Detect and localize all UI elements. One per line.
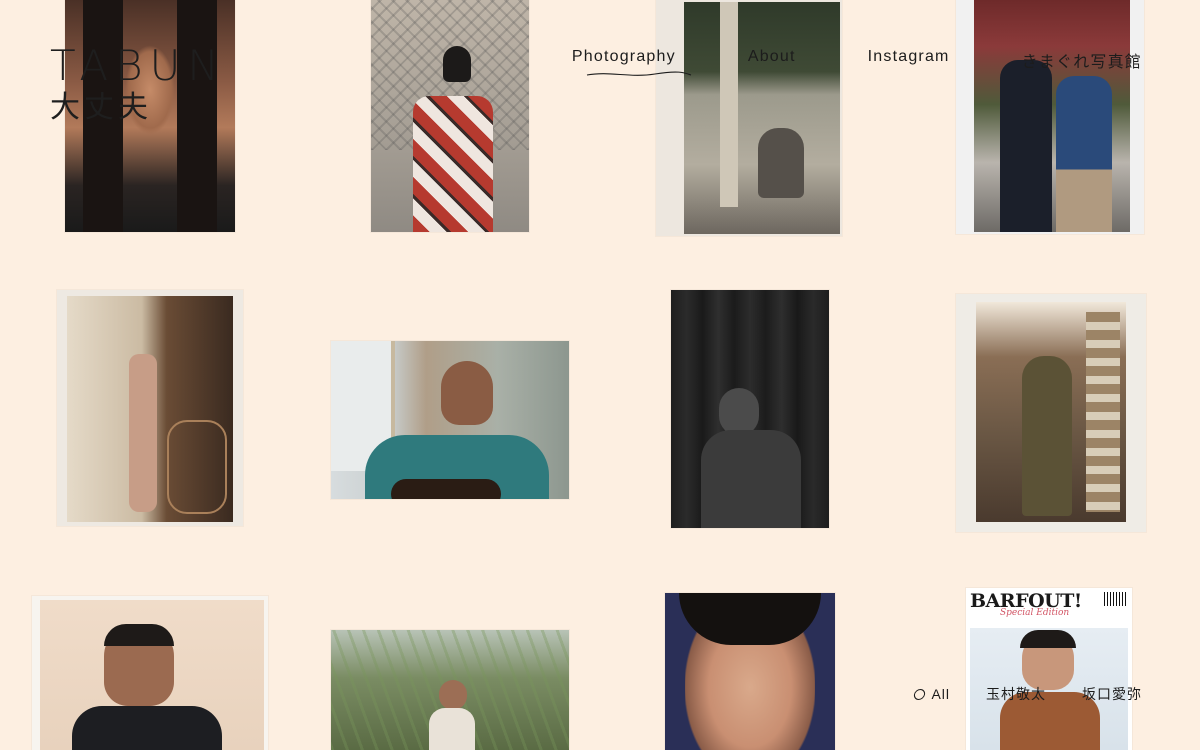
- filter-all[interactable]: All: [913, 684, 950, 704]
- active-nav-underline: [586, 71, 692, 76]
- filter-tamamura-keita[interactable]: 玉村敬太: [986, 684, 1046, 704]
- filter-tamamura-label: 玉村敬太: [986, 686, 1046, 702]
- photo-woman-interior-chair[interactable]: [57, 290, 243, 526]
- photo-woman-garden[interactable]: [331, 630, 569, 750]
- main-nav: Photography About Instagram きまぐれ写真館: [572, 48, 1142, 72]
- photo-man-smiling-closeup[interactable]: [665, 593, 835, 750]
- nav-about[interactable]: About: [748, 48, 796, 72]
- nav-kimagure-shashinkan[interactable]: きまぐれ写真館: [1022, 48, 1142, 72]
- photo-couple-flowers[interactable]: [956, 0, 1144, 234]
- photo-man-sitting-by-pole[interactable]: [656, 0, 842, 236]
- logo-wordmark: TABUN: [50, 41, 226, 90]
- magazine-edition: Special Edition: [1000, 608, 1070, 618]
- site-logo[interactable]: TABUN 大丈夫: [50, 44, 226, 126]
- selected-circle-icon: [913, 688, 927, 700]
- photo-man-glasses-portrait[interactable]: [32, 596, 268, 750]
- filter-sakaguchi-label: 坂口愛弥: [1082, 686, 1142, 702]
- logo-subtitle: 大丈夫: [50, 90, 152, 125]
- barcode-icon: [1104, 592, 1128, 606]
- photo-man-playing-guitar[interactable]: [331, 341, 569, 499]
- nav-instagram[interactable]: Instagram: [868, 48, 950, 72]
- photo-bw-man-curtain[interactable]: [671, 290, 829, 528]
- filter-all-label: All: [931, 686, 950, 702]
- photographer-filter: All 玉村敬太 坂口愛弥: [913, 684, 1142, 704]
- nav-photography[interactable]: Photography: [572, 48, 676, 72]
- photo-woman-vintage-shop[interactable]: [956, 294, 1146, 532]
- photo-woman-checkered-sweater[interactable]: [371, 0, 529, 232]
- filter-sakaguchi-aimi[interactable]: 坂口愛弥: [1082, 684, 1142, 704]
- photo-magazine-cover[interactable]: BARFOUT! Special Edition: [966, 588, 1132, 750]
